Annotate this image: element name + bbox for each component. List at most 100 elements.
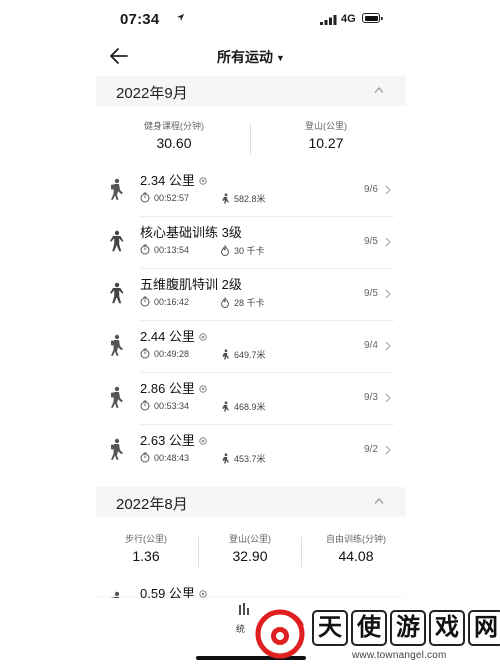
chevron-up-icon[interactable] [374,497,384,505]
month-label: 2022年9月 [116,85,188,102]
workout-duration: 00:49:28 [154,349,190,359]
workout-date: 9/5 [364,288,378,299]
hiker-icon [111,334,123,356]
month-header-sep[interactable]: 2022年9月 [96,76,406,106]
workout-row[interactable]: 核心基础训练 3级 00:13:54 30 千卡 9/5 [96,217,406,269]
workout-date: 9/2 [364,444,378,455]
workout-row[interactable]: 2.63 公里 00:48:43 453.7米 9/2 [96,425,406,477]
workout-duration: 00:13:54 [154,245,190,255]
status-bar: 07:34 4G [96,0,406,40]
workout-calories: 30 千卡 [234,246,265,256]
climb-icon [222,453,229,464]
stat-free-training: 自由训练(分钟) 44.08 [314,533,398,565]
watermark-char: 游 [390,610,426,646]
workout-title: 2.63 公里 [140,433,195,448]
network-type: 4G [341,13,356,25]
stat-divider [198,537,199,567]
workout-duration: 00:48:43 [154,453,190,463]
stat-label: 登山(公里) [305,121,347,131]
medal-badge-icon [199,177,207,185]
stopwatch-icon [140,400,150,411]
workout-title: 五维腹肌特训 2级 [140,277,242,292]
workout-elevation: 649.7米 [234,350,266,360]
training-person-icon [110,230,124,252]
hiker-icon [111,438,123,460]
workout-date: 9/4 [364,340,378,351]
workout-duration: 00:16:42 [154,297,190,307]
training-person-icon [110,282,124,304]
workout-title: 2.34 公里 [140,173,195,188]
climb-icon [222,193,229,204]
chevron-up-icon[interactable] [374,86,384,94]
stat-label: 自由训练(分钟) [326,534,386,544]
stat-value: 30.60 [156,135,192,151]
phone-screen: 07:34 4G 所有运动 ▼ 2022年9月 健身课程(分钟) 30.60 登山… [96,0,406,667]
watermark-char: 戏 [429,610,465,646]
medal-badge-icon [199,333,207,341]
stopwatch-icon [140,348,150,359]
month-label: 2022年8月 [116,496,188,513]
stat-value: 10.27 [308,135,344,151]
watermark-char: 使 [351,610,387,646]
chevron-right-icon [385,445,391,455]
stopwatch-icon [140,244,150,255]
workout-row[interactable]: 2.86 公里 00:53:34 468.9米 9/3 [96,373,406,425]
stat-divider [301,537,302,567]
chevron-right-icon [385,185,391,195]
stopwatch-icon [140,452,150,463]
sport-filter-dropdown[interactable]: 所有运动 ▼ [96,47,406,67]
climb-icon [222,349,229,360]
medal-badge-icon [199,437,207,445]
stat-divider [250,124,251,154]
battery-icon [362,13,383,23]
month-header-aug[interactable]: 2022年8月 [96,487,406,517]
medal-badge-icon [199,385,207,393]
watermark-logo-icon [255,609,305,659]
flame-icon [220,296,230,308]
signal-icon [320,15,337,25]
climb-icon [222,401,229,412]
stat-label: 步行(公里) [125,534,167,544]
workout-elevation: 582.8米 [234,194,266,204]
workout-row[interactable]: 五维腹肌特训 2级 00:16:42 28 千卡 9/5 [96,269,406,321]
flame-icon [220,244,230,256]
stat-mountain: 登山(公里) 10.27 [276,120,376,152]
hiker-icon [111,178,123,200]
workout-row[interactable]: 2.44 公里 00:49:28 649.7米 9/4 [96,321,406,373]
chevron-right-icon [385,289,391,299]
stopwatch-icon [140,296,150,307]
workout-elevation: 453.7米 [234,454,266,464]
stopwatch-icon [140,192,150,203]
workout-calories: 28 千卡 [234,298,265,308]
workout-title: 2.44 公里 [140,329,195,344]
workout-date: 9/6 [364,184,378,195]
workout-date: 9/3 [364,392,378,403]
watermark-char: 网 [468,610,500,646]
stat-value: 32.90 [232,548,268,564]
stat-fitness-course: 健身课程(分钟) 30.60 [124,120,224,152]
stat-value: 1.36 [132,548,160,564]
page-title: 所有运动 [217,49,274,65]
stat-mountain: 登山(公里) 32.90 [210,533,290,565]
stat-value: 44.08 [338,548,374,564]
watermark-url: www.townangel.com [352,650,447,661]
caret-down-icon: ▼ [276,53,285,63]
stat-label: 健身课程(分钟) [144,121,204,131]
tab-stats-label[interactable]: 统 [236,622,245,635]
workout-title: 核心基础训练 3级 [140,225,242,240]
workout-elevation: 468.9米 [234,402,266,412]
workout-row[interactable]: 2.34 公里 00:52:57 582.8米 9/6 [96,165,406,217]
watermark-char: 天 [312,610,348,646]
chevron-right-icon [385,393,391,403]
stat-walking: 步行(公里) 1.36 [106,533,186,565]
watermark-text: 天 使 游 戏 网 [312,610,500,646]
location-arrow-icon [176,13,185,22]
stat-label: 登山(公里) [229,534,271,544]
workout-date: 9/5 [364,236,378,247]
hiker-icon [111,386,123,408]
status-time: 07:34 [120,11,160,28]
nav-bar: 所有运动 ▼ [96,40,406,72]
site-watermark: 天 使 游 戏 网 www.townangel.com [248,604,500,667]
workout-duration: 00:53:34 [154,401,190,411]
chevron-right-icon [385,341,391,351]
